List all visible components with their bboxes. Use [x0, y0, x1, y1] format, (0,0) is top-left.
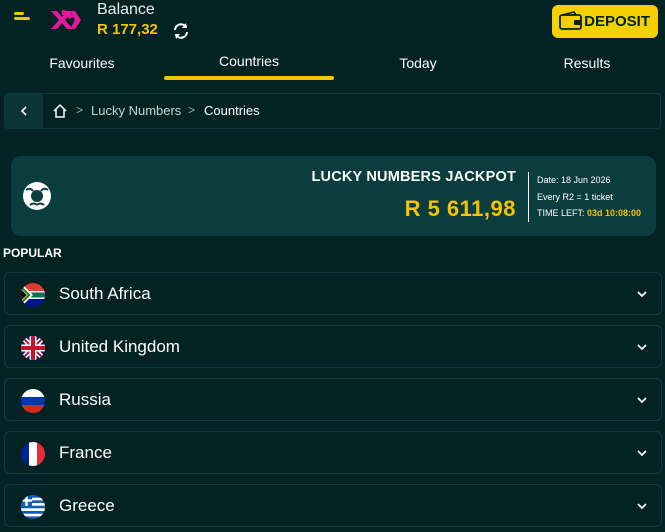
country-row-greece[interactable]: Greece [4, 484, 662, 527]
refresh-icon[interactable] [172, 22, 190, 40]
country-row-france[interactable]: France [4, 431, 662, 474]
country-name: France [59, 443, 112, 462]
tab-results[interactable]: Results [502, 44, 665, 82]
country-row-south-africa[interactable]: South Africa [4, 272, 662, 315]
jackpot-title: LUCKY NUMBERS JACKPOT [311, 169, 516, 185]
united-kingdom-flag-icon [21, 336, 45, 360]
chevron-down-icon [637, 450, 647, 457]
deposit-label: DEPOSIT [584, 13, 650, 30]
jackpot-divider [528, 172, 529, 222]
jackpot-ticket-rule: Every R2 = 1 ticket [537, 192, 613, 202]
top-header: Balance R 177,32 DEPOSIT [0, 0, 665, 44]
wallet-icon [559, 11, 582, 30]
balance-label: Balance [97, 1, 155, 18]
jackpot-time-left: TIME LEFT: 03d 10:08:00 [537, 208, 641, 218]
jackpot-date: Date: 18 Jun 2026 [537, 175, 611, 185]
deposit-button[interactable]: DEPOSIT [552, 5, 658, 38]
country-row-russia[interactable]: Russia [4, 378, 662, 421]
time-left-label: TIME LEFT: [537, 208, 585, 218]
chevron-down-icon [637, 503, 647, 510]
popular-heading: POPULAR [3, 246, 62, 260]
country-name: South Africa [59, 284, 151, 303]
brand-logo[interactable] [48, 7, 84, 33]
russia-flag-icon [21, 389, 45, 413]
time-left-value: 03d 10:08:00 [587, 208, 642, 218]
menu-icon[interactable] [14, 12, 32, 26]
breadcrumb-separator: > [76, 103, 84, 117]
chevron-down-icon [637, 344, 647, 351]
tab-favourites[interactable]: Favourites [0, 44, 164, 82]
jackpot-banner: LUCKY NUMBERS JACKPOT R 5 611,98 Date: 1… [11, 156, 656, 236]
breadcrumb-countries: Countries [204, 103, 260, 118]
greece-flag-icon [21, 495, 45, 519]
country-name: United Kingdom [59, 337, 180, 356]
breadcrumb-lucky-numbers[interactable]: Lucky Numbers [91, 103, 181, 118]
tab-today[interactable]: Today [334, 44, 502, 82]
active-tab-indicator [164, 76, 334, 80]
france-flag-icon [21, 442, 45, 466]
home-icon[interactable] [52, 103, 68, 119]
chevron-left-icon [20, 106, 27, 116]
back-button[interactable] [5, 94, 43, 128]
country-name: Russia [59, 390, 111, 409]
breadcrumb-separator: > [188, 103, 196, 117]
country-row-united-kingdom[interactable]: United Kingdom [4, 325, 662, 368]
chevron-down-icon [637, 397, 647, 404]
chevron-down-icon [637, 291, 647, 298]
lottery-ball-icon [23, 182, 51, 210]
south-africa-flag-icon [21, 283, 45, 307]
jackpot-amount: R 5 611,98 [404, 196, 516, 221]
balance-value: R 177,32 [97, 21, 158, 38]
country-name: Greece [59, 496, 115, 515]
breadcrumb: > Lucky Numbers > Countries [4, 93, 661, 129]
